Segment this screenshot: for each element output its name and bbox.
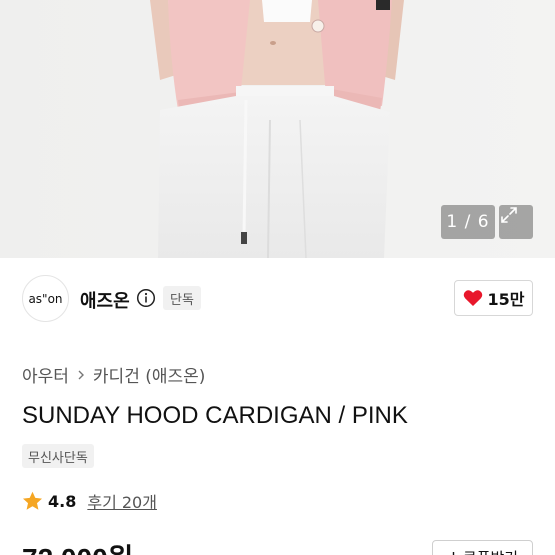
product-image[interactable]: 1 / 6	[0, 0, 555, 258]
reviews-link[interactable]: 후기 20개	[87, 489, 157, 513]
expand-icon	[501, 207, 517, 223]
info-icon[interactable]	[136, 288, 156, 308]
rating-value: 4.8	[48, 491, 77, 511]
like-button[interactable]: 15만	[454, 280, 533, 316]
product-title: SUNDAY HOOD CARDIGAN / PINK	[22, 402, 408, 429]
image-counter: 1 / 6	[441, 205, 495, 239]
brand-row: as"on 애즈온 단독 15만	[0, 270, 555, 328]
heart-icon	[463, 290, 482, 306]
product-price: 72,000원	[22, 537, 133, 555]
star-icon	[23, 491, 42, 510]
chevron-right-icon	[78, 370, 84, 379]
download-icon	[452, 551, 455, 555]
like-count: 15만	[487, 290, 525, 309]
brand-name[interactable]: 애즈온	[80, 287, 130, 313]
brand-logo-text: as"on	[28, 291, 63, 306]
breadcrumb: 아우터 카디건 (애즈온)	[22, 362, 205, 387]
brand-logo[interactable]: as"on	[22, 275, 69, 322]
rating-row: 4.8 후기 20개	[22, 489, 157, 513]
expand-button[interactable]	[499, 205, 533, 239]
exclusive-badge: 단독	[163, 286, 201, 310]
exclusive-tag: 무신사단독	[22, 444, 94, 468]
coupon-button[interactable]: 쿠폰받기	[432, 540, 533, 555]
breadcrumb-item-cardigan[interactable]: 카디건 (애즈온)	[93, 362, 206, 387]
breadcrumb-item-outer[interactable]: 아우터	[22, 362, 69, 387]
coupon-label: 쿠폰받기	[463, 547, 518, 555]
